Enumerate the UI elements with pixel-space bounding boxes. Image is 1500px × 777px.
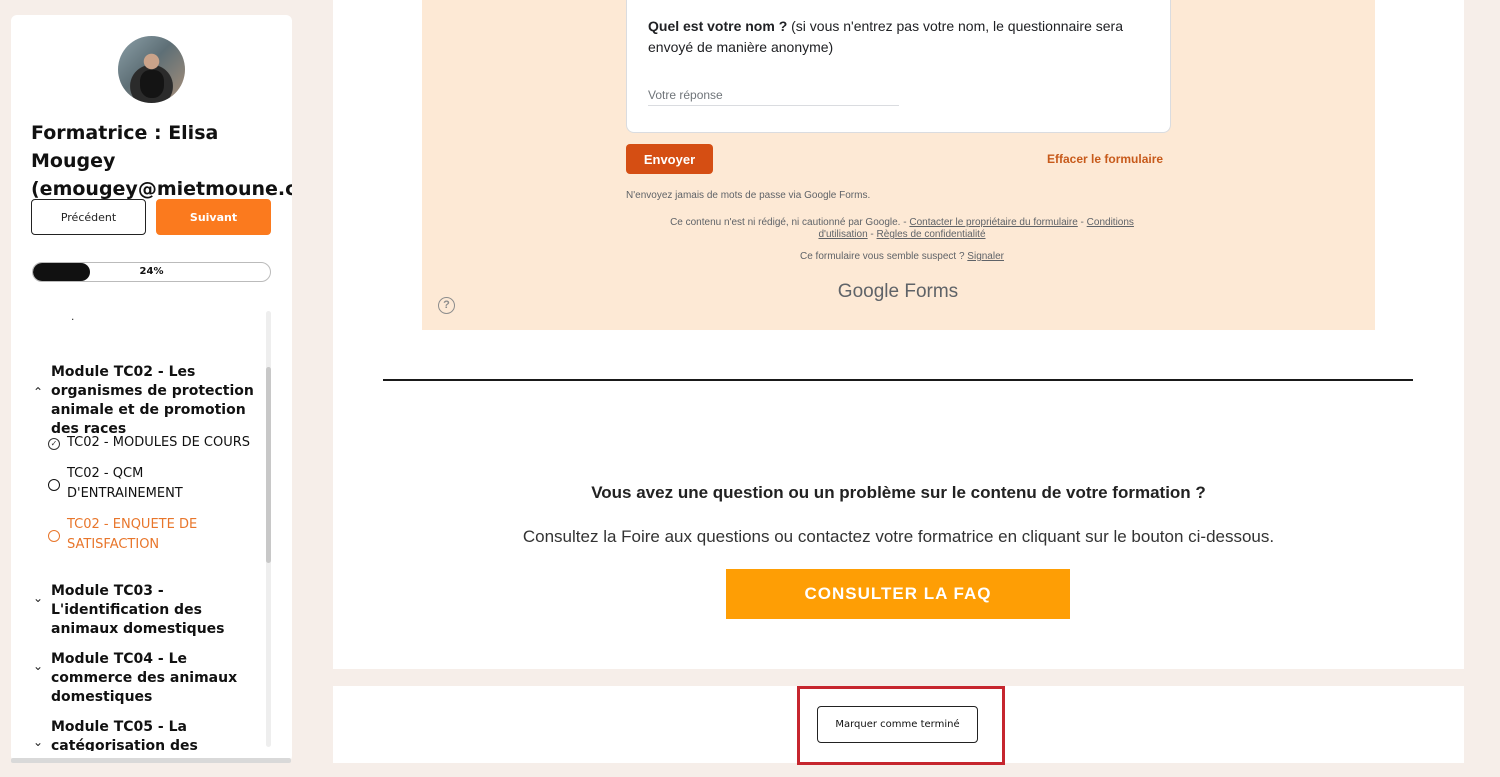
progress-label: 24% xyxy=(139,266,164,277)
name-question-card: Quel est votre nom ? (si vous n'entrez p… xyxy=(626,0,1171,133)
legal-notice: Ce contenu n'est ni rédigé, ni cautionné… xyxy=(652,217,1152,241)
course-outline: . ⌃ Module TC02 - Les organismes de prot… xyxy=(11,311,292,751)
chevron-down-icon[interactable]: ⌄ xyxy=(33,735,45,749)
lesson-tc02-qcm[interactable]: TC02 - QCM D'ENTRAINEMENT xyxy=(67,464,217,504)
forms-logo-text: Forms xyxy=(899,281,959,302)
course-sidebar: Formatrice : Elisa Mougey (emougey@mietm… xyxy=(11,15,292,762)
module-tc05-title[interactable]: Module TC05 - La catégorisation des mala… xyxy=(51,718,271,751)
next-button[interactable]: Suivant xyxy=(156,199,271,235)
current-circle-icon xyxy=(48,530,60,542)
name-answer-input[interactable] xyxy=(648,84,899,106)
name-question: Quel est votre nom ? (si vous n'entrez p… xyxy=(648,16,1158,58)
avatar-cat-shape xyxy=(140,70,164,98)
password-warning: N'envoyez jamais de mots de passe via Go… xyxy=(626,190,871,201)
legal-separator: - xyxy=(1077,217,1087,228)
avatar xyxy=(118,36,185,103)
submit-form-button[interactable]: Envoyer xyxy=(626,144,713,174)
module-tc03-title[interactable]: Module TC03 - L'identification des anima… xyxy=(51,582,271,639)
chevron-down-icon[interactable]: ⌄ xyxy=(33,659,45,673)
empty-circle-icon xyxy=(48,479,60,491)
section-divider xyxy=(383,379,1413,381)
privacy-link[interactable]: Règles de confidentialité xyxy=(877,229,986,240)
lesson-tc02-enquete[interactable]: TC02 - ENQUETE DE SATISFACTION xyxy=(67,515,217,555)
google-form-embed: Quel est votre nom ? (si vous n'entrez p… xyxy=(422,0,1375,330)
contact-owner-link[interactable]: Contacter le propriétaire du formulaire xyxy=(909,217,1077,228)
lesson-content: Quel est votre nom ? (si vous n'entrez p… xyxy=(333,0,1464,669)
google-logo-text: Google xyxy=(837,281,900,302)
chevron-up-icon[interactable]: ⌃ xyxy=(33,385,45,399)
previous-button[interactable]: Précédent xyxy=(31,199,146,235)
trainer-title: Formatrice : Elisa Mougey (emougey@mietm… xyxy=(31,122,292,200)
consult-faq-button[interactable]: CONSULTER LA FAQ xyxy=(726,569,1070,619)
legal-prefix: Ce contenu n'est ni rédigé, ni cautionné… xyxy=(670,217,910,228)
chevron-down-icon[interactable]: ⌄ xyxy=(33,591,45,605)
clear-form-button[interactable]: Effacer le formulaire xyxy=(1047,152,1163,166)
google-forms-logo[interactable]: Google Forms xyxy=(652,281,1144,303)
report-notice: Ce formulaire vous semble suspect ? Sign… xyxy=(652,251,1152,262)
progress-bar: 24% xyxy=(32,262,271,282)
sidebar-horizontal-scrollbar[interactable] xyxy=(11,758,291,763)
name-question-bold: Quel est votre nom ? xyxy=(648,18,788,34)
faq-title: Vous avez une question ou un problème su… xyxy=(591,483,1206,502)
check-circle-icon: ✓ xyxy=(48,438,60,450)
previous-item-marker: . xyxy=(71,311,75,323)
module-tc04-title[interactable]: Module TC04 - Le commerce des animaux do… xyxy=(51,650,271,707)
faq-subtitle: Consultez la Foire aux questions ou cont… xyxy=(522,527,1275,546)
lesson-tc02-modules-de-cours[interactable]: TC02 - MODULES DE COURS xyxy=(67,433,267,453)
module-tc02-title[interactable]: Module TC02 - Les organismes de protecti… xyxy=(51,363,271,439)
report-text: Ce formulaire vous semble suspect ? xyxy=(800,251,968,262)
mark-complete-button[interactable]: Marquer comme terminé xyxy=(817,706,978,743)
legal-separator: - xyxy=(867,229,877,240)
report-link[interactable]: Signaler xyxy=(967,251,1004,262)
help-icon[interactable]: ? xyxy=(438,297,455,314)
